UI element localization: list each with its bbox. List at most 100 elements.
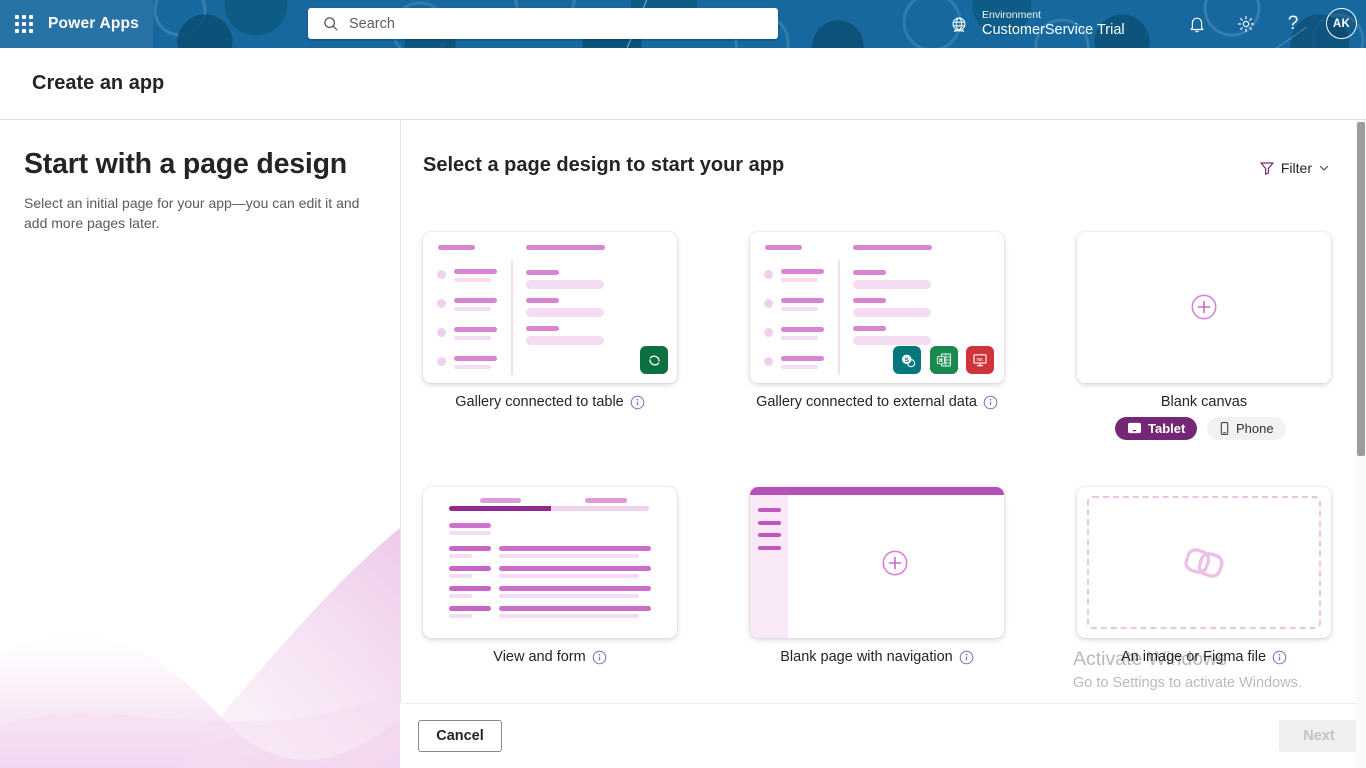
card-label-blank-page-navigation: Blank page with navigation — [750, 649, 1004, 665]
svg-text:S: S — [904, 356, 909, 363]
skeleton-circle — [764, 357, 773, 366]
filter-funnel-icon — [1259, 160, 1275, 176]
app-launcher-button[interactable] — [0, 0, 48, 48]
skeleton-circle — [764, 299, 773, 308]
skeleton-topbar — [750, 487, 1004, 495]
skeleton-circle — [437, 357, 446, 366]
skeleton-bar — [781, 298, 824, 303]
skeleton-bar — [499, 574, 639, 578]
skeleton-bar — [454, 327, 497, 332]
skeleton-divider — [511, 260, 513, 375]
dataverse-icon — [646, 352, 663, 369]
card-gallery-connected-to-external-data[interactable]: S SQL — [750, 232, 1004, 383]
search-box[interactable] — [308, 8, 778, 39]
environment-picker[interactable]: Environment CustomerService Trial — [948, 0, 1125, 48]
cancel-button[interactable]: Cancel — [418, 720, 502, 752]
skeleton-bar — [499, 614, 639, 618]
skeleton-bar — [480, 498, 521, 503]
skeleton-bar — [499, 566, 651, 571]
skeleton-circle — [764, 270, 773, 279]
card-image-or-figma-file[interactable] — [1077, 487, 1331, 638]
skeleton-bar — [454, 269, 497, 274]
skeleton-bar — [449, 586, 491, 591]
skeleton-bar — [526, 280, 604, 289]
dataverse-badge — [640, 346, 668, 374]
skeleton-bar — [526, 298, 559, 303]
bell-icon — [1187, 14, 1207, 34]
plus-icon — [1191, 294, 1217, 320]
skeleton-bar — [853, 280, 931, 289]
help-button[interactable]: ? — [1272, 0, 1314, 48]
skeleton-bar — [853, 326, 886, 331]
avatar[interactable]: AK — [1326, 8, 1357, 39]
footer-bar: Cancel Next — [401, 703, 1366, 768]
form-factor-phone-button[interactable]: Phone — [1207, 417, 1286, 440]
skeleton-bar — [526, 326, 559, 331]
power-apps-create-app-page: Power Apps Environment CustomerService T… — [0, 0, 1366, 768]
info-icon[interactable] — [959, 650, 974, 665]
svg-text:SQL: SQL — [976, 357, 983, 361]
chevron-down-icon — [1318, 162, 1330, 174]
card-gallery-connected-to-table[interactable] — [423, 232, 677, 383]
skeleton-bar — [585, 498, 627, 503]
page-header: Create an app — [0, 48, 1366, 119]
skeleton-bar — [449, 531, 491, 535]
skeleton-bar — [781, 278, 818, 282]
skeleton-bar — [454, 365, 491, 369]
filter-button[interactable]: Filter — [1259, 160, 1330, 176]
scrollbar-thumb[interactable] — [1357, 122, 1365, 456]
skeleton-bar — [853, 298, 886, 303]
gear-icon — [1236, 14, 1256, 34]
card-label-gallery-table: Gallery connected to table — [423, 394, 677, 410]
search-input[interactable] — [347, 15, 770, 33]
main-area: Select a page design to start your app F… — [401, 120, 1366, 703]
skeleton-sidebar — [750, 495, 788, 638]
info-icon[interactable] — [1272, 650, 1287, 665]
skeleton-bar — [853, 308, 931, 317]
card-blank-canvas[interactable] — [1077, 232, 1331, 383]
page-title: Create an app — [32, 48, 164, 119]
skeleton-bar — [499, 594, 639, 598]
skeleton-bar — [758, 521, 781, 525]
card-blank-page-with-navigation[interactable] — [750, 487, 1004, 638]
sql-icon: SQL — [971, 351, 989, 369]
form-factor-tablet-button[interactable]: Tablet — [1115, 417, 1197, 440]
excel-badge — [930, 346, 958, 374]
skeleton-circle — [437, 270, 446, 279]
skeleton-bar — [454, 278, 491, 282]
notifications-button[interactable] — [1176, 0, 1218, 48]
excel-icon — [935, 351, 953, 369]
search-icon — [322, 15, 339, 32]
skeleton-bar — [781, 307, 818, 311]
skeleton-bar — [758, 546, 781, 550]
info-icon[interactable] — [630, 395, 645, 410]
card-label-blank-canvas: Blank canvas — [1077, 394, 1331, 410]
skeleton-bar — [499, 546, 651, 551]
info-icon[interactable] — [592, 650, 607, 665]
skeleton-bar — [449, 574, 472, 578]
sharepoint-badge: S — [893, 346, 921, 374]
skeleton-bar — [454, 336, 491, 340]
card-label-gallery-external: Gallery connected to external data — [750, 394, 1004, 410]
skeleton-bar — [499, 586, 651, 591]
skeleton-bar — [526, 270, 559, 275]
skeleton-bar — [781, 269, 824, 274]
skeleton-circle — [437, 328, 446, 337]
app-name[interactable]: Power Apps — [48, 0, 139, 48]
sql-badge: SQL — [966, 346, 994, 374]
skeleton-bar — [449, 523, 491, 528]
activate-windows-watermark-sub: Go to Settings to activate Windows. — [1073, 675, 1302, 691]
skeleton-bar — [454, 298, 497, 303]
skeleton-bar — [853, 245, 932, 250]
settings-button[interactable] — [1225, 0, 1267, 48]
card-label-view-and-form: View and form — [423, 649, 677, 665]
skeleton-bar — [449, 506, 649, 511]
info-icon[interactable] — [983, 395, 998, 410]
environment-label: Environment — [982, 9, 1125, 22]
skeleton-circle — [764, 328, 773, 337]
card-view-and-form[interactable] — [423, 487, 677, 638]
skeleton-bar — [449, 606, 491, 611]
skeleton-bar — [449, 554, 472, 558]
next-button: Next — [1279, 720, 1359, 752]
skeleton-bar — [781, 336, 818, 340]
